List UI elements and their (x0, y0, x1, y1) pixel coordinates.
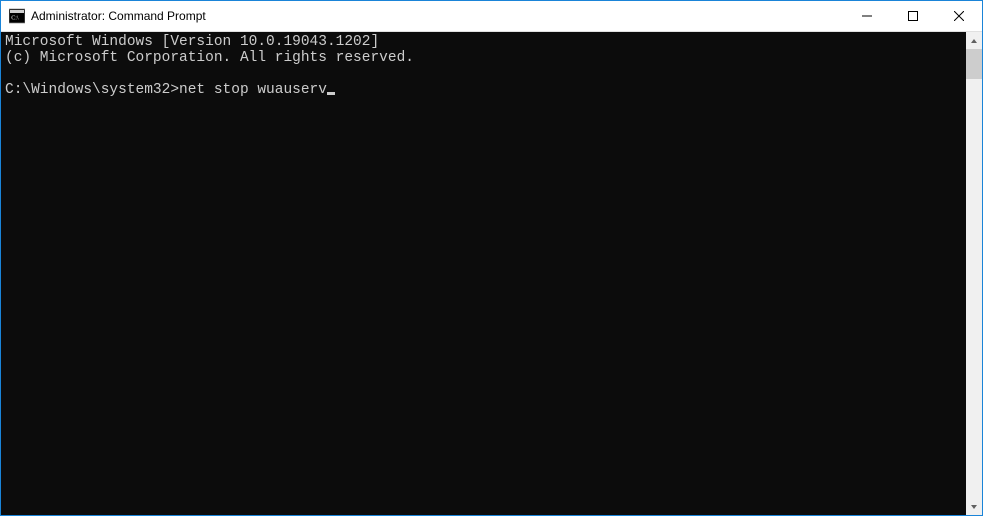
scroll-thumb[interactable] (966, 49, 982, 79)
version-line: Microsoft Windows [Version 10.0.19043.12… (5, 34, 379, 50)
scroll-down-arrow[interactable] (966, 498, 982, 515)
window-controls (844, 1, 982, 31)
scroll-up-arrow[interactable] (966, 32, 982, 49)
svg-text:C:\: C:\ (11, 16, 19, 22)
window-title: Administrator: Command Prompt (31, 9, 844, 23)
cursor (327, 92, 335, 95)
maximize-button[interactable] (890, 1, 936, 31)
client-area: Microsoft Windows [Version 10.0.19043.12… (1, 32, 982, 515)
command-prompt-window: C:\ Administrator: Command Prompt Micros… (0, 0, 983, 516)
command-input: net stop wuauserv (179, 82, 327, 98)
cmd-icon: C:\ (9, 8, 25, 24)
scroll-track[interactable] (966, 49, 982, 498)
close-button[interactable] (936, 1, 982, 31)
terminal-output[interactable]: Microsoft Windows [Version 10.0.19043.12… (1, 32, 966, 515)
prompt-text: C:\Windows\system32> (5, 82, 179, 98)
minimize-button[interactable] (844, 1, 890, 31)
vertical-scrollbar[interactable] (966, 32, 982, 515)
copyright-line: (c) Microsoft Corporation. All rights re… (5, 50, 414, 66)
titlebar[interactable]: C:\ Administrator: Command Prompt (1, 1, 982, 32)
